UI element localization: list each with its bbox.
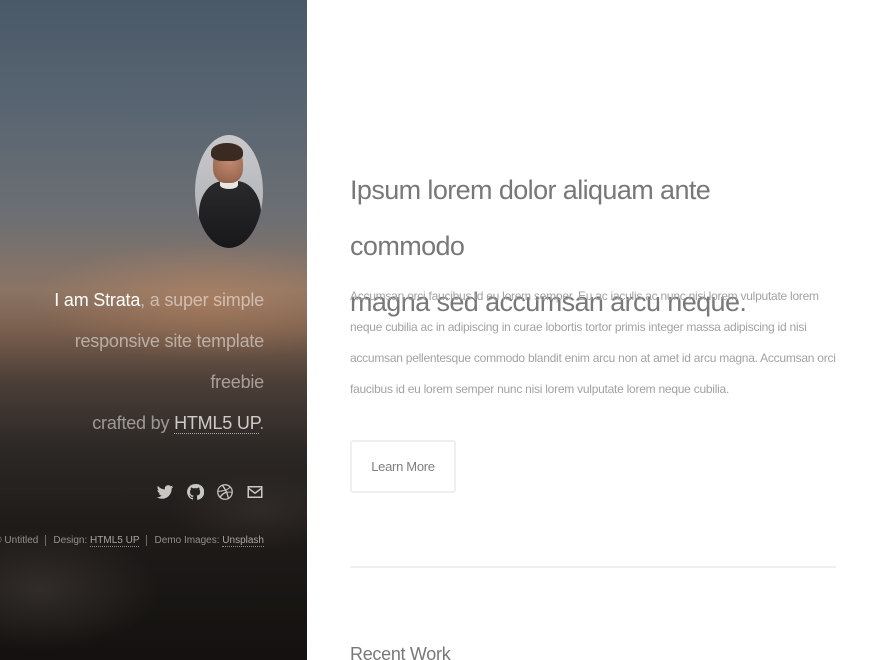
avatar-hair — [211, 143, 243, 161]
sidebar: I am Strata, a super simple responsive s… — [0, 0, 307, 660]
unsplash-link[interactable]: Unsplash — [222, 535, 264, 548]
copyright-separator — [45, 535, 47, 546]
intro-paragraph: Accumsan orci faucibus id eu lorem sempe… — [350, 289, 836, 396]
intro-line3-prefix: crafted by — [92, 413, 175, 433]
copyright-design-label: Design: — [53, 535, 91, 547]
intro-line3-suffix: . — [259, 413, 264, 433]
html5up-link[interactable]: HTML5 UP — [174, 413, 259, 434]
social-icons — [155, 481, 265, 503]
avatar[interactable] — [195, 135, 263, 248]
intro-line1: , a super simple — [140, 290, 264, 310]
intro-text: I am Strata, a super simple responsive s… — [24, 280, 264, 444]
github-icon[interactable] — [185, 481, 205, 503]
intro-line2: responsive site template freebie — [74, 331, 265, 392]
intro-name: I am Strata — [54, 290, 141, 310]
avatar-body — [199, 181, 261, 248]
design-credit-link[interactable]: HTML5 UP — [90, 535, 140, 548]
recent-work-heading: Recent Work — [350, 644, 451, 660]
twitter-icon[interactable] — [155, 481, 175, 503]
copyright-images-label: Demo Images: — [154, 535, 223, 547]
main-content: Ipsum lorem dolor aliquam ante commodo m… — [307, 0, 880, 660]
title-line-1: Ipsum lorem dolor aliquam ante commodo — [350, 175, 711, 262]
copyright-untitled: © Untitled — [0, 535, 39, 547]
envelope-icon[interactable] — [245, 481, 265, 503]
section-divider — [350, 566, 836, 568]
copyright-separator — [146, 535, 148, 546]
learn-more-button[interactable]: Learn More — [350, 440, 456, 493]
copyright: © Untitled Design: HTML5 UP Demo Images: U… — [0, 535, 264, 548]
dribbble-icon[interactable] — [215, 481, 235, 503]
